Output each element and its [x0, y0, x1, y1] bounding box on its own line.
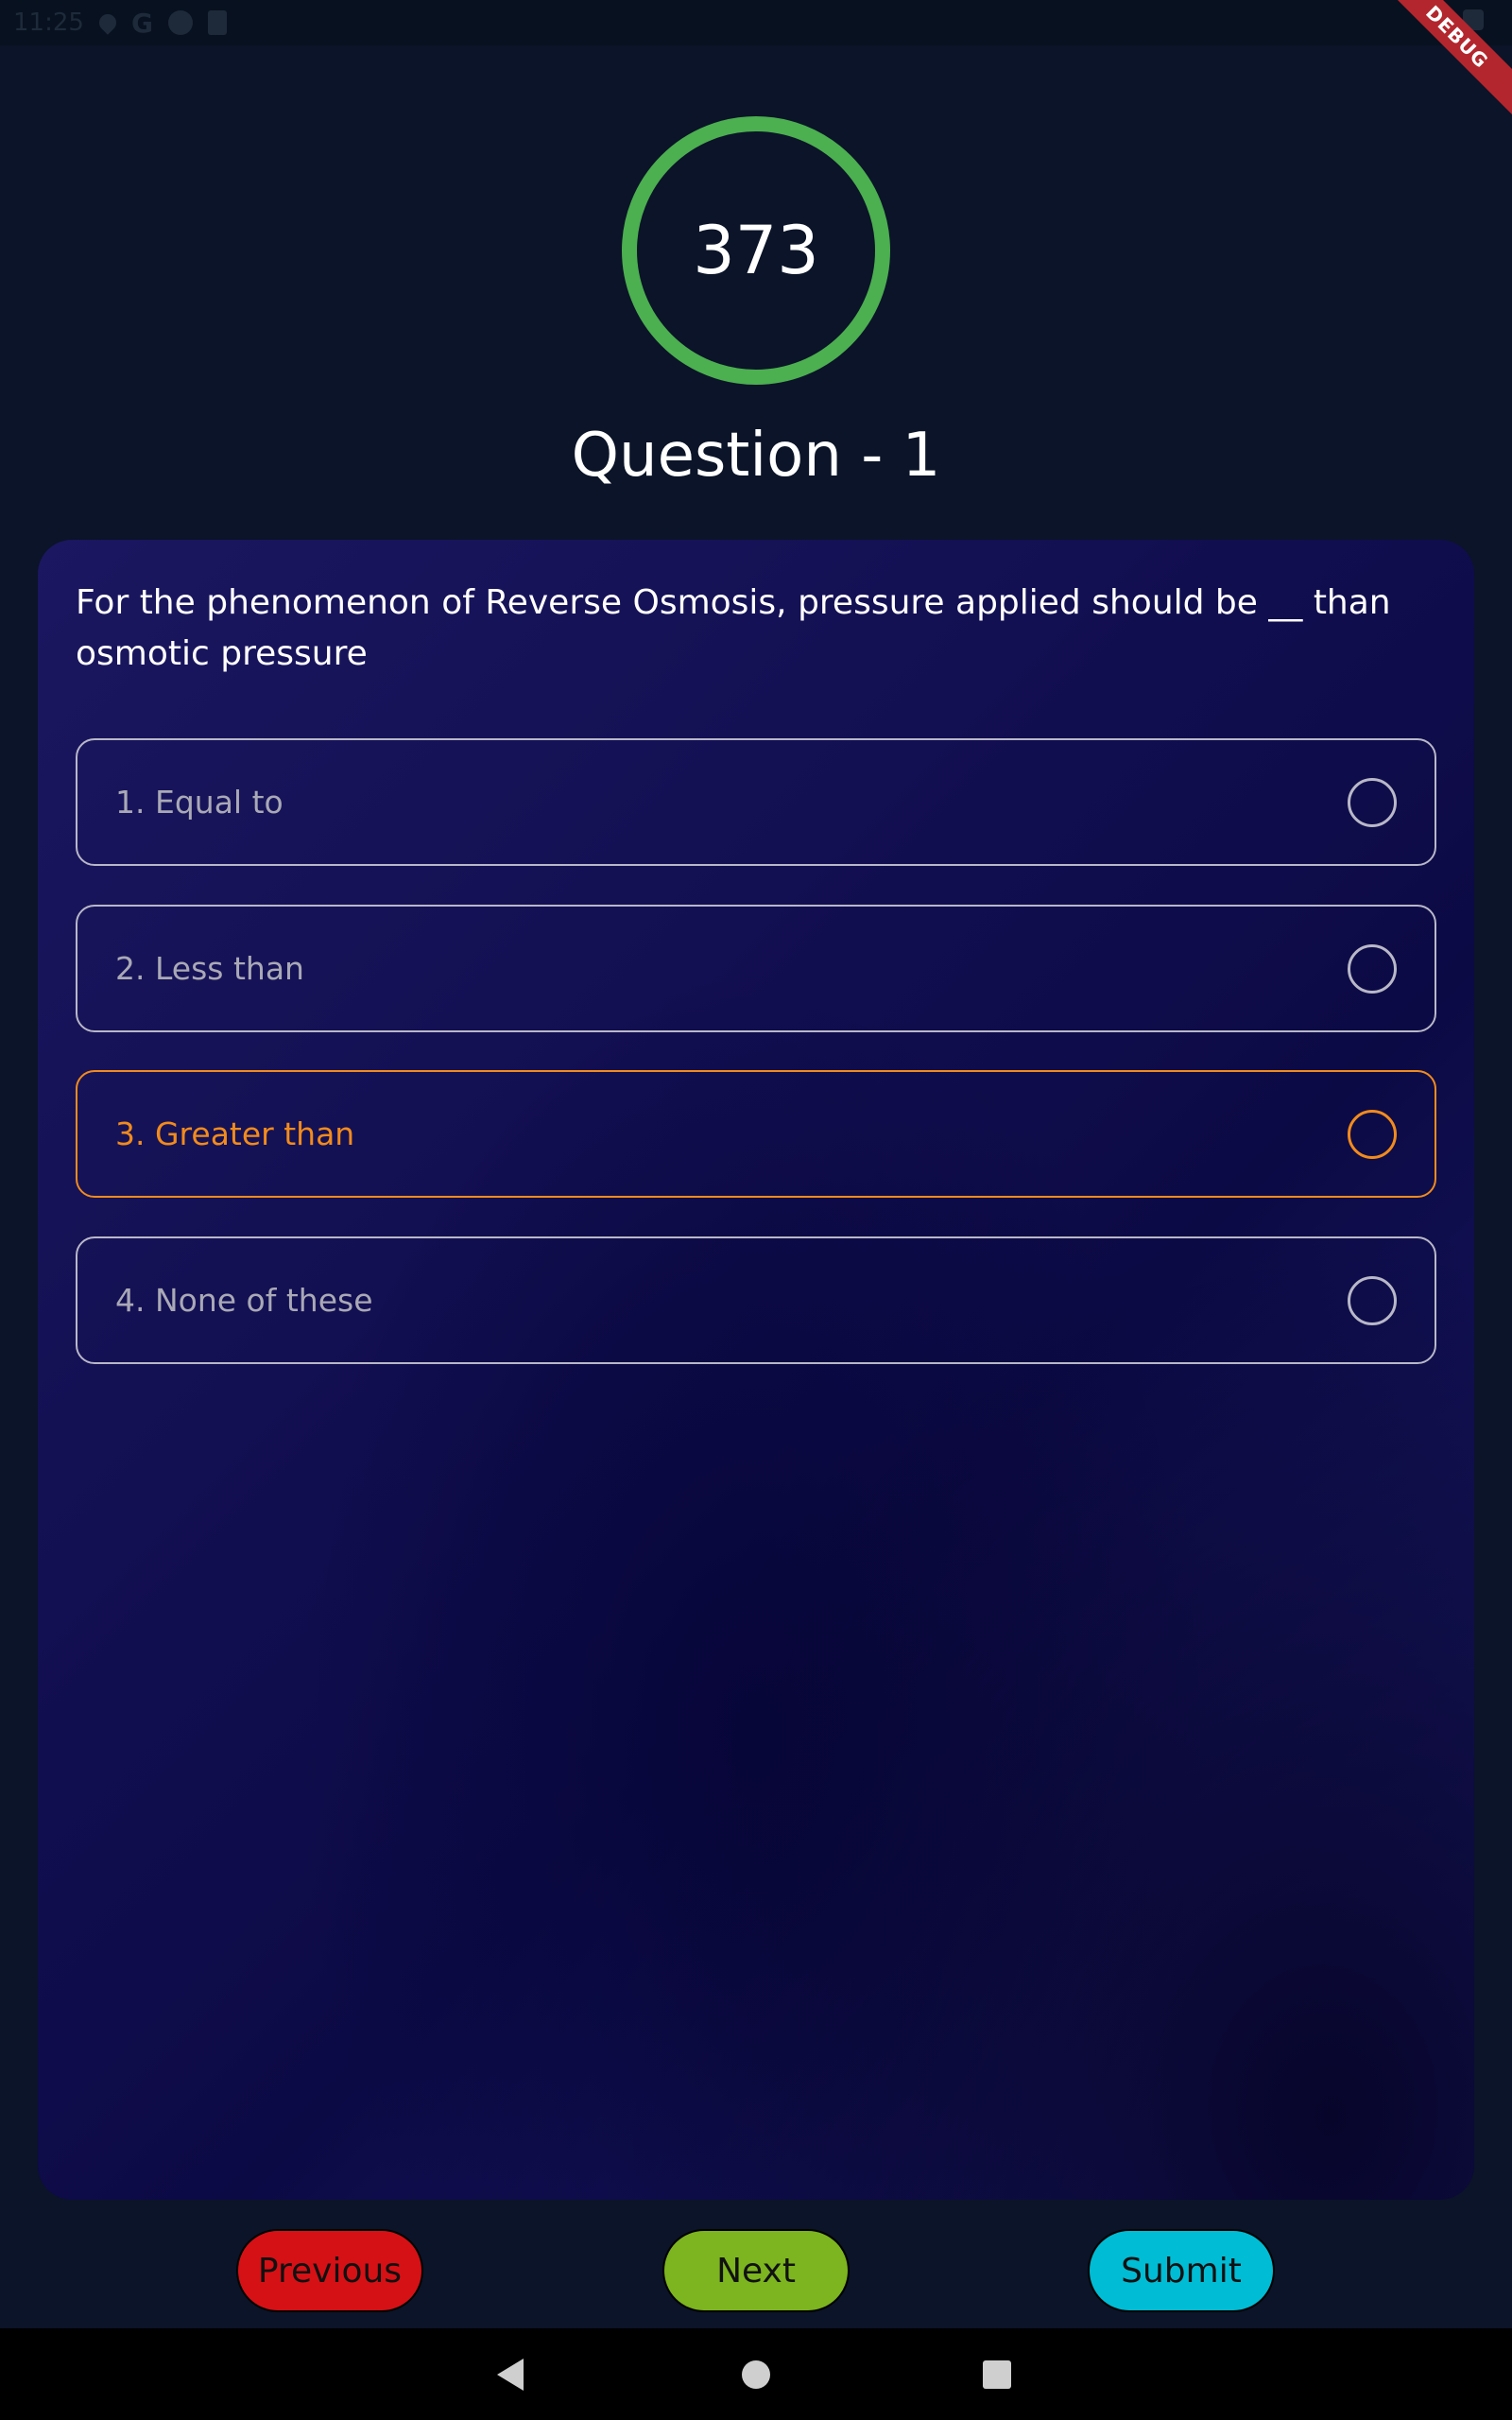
option-label: 4. None of these [115, 1282, 373, 1319]
back-icon[interactable] [497, 2359, 524, 2391]
option-label: 2. Less than [115, 950, 304, 987]
status-time: 11:25 [13, 9, 84, 37]
question-title: Question - 1 [571, 421, 941, 491]
google-icon: G [130, 7, 153, 39]
radio-icon[interactable] [1348, 943, 1397, 994]
option-label: 1. Equal to [115, 784, 284, 821]
quiz-screen: 11:25 G DEBUG 373 Question - 1 For the p… [0, 0, 1512, 2420]
timer-value: 373 [693, 212, 819, 289]
radio-icon[interactable] [1348, 1109, 1397, 1159]
question-text: For the phenomenon of Reverse Osmosis, p… [76, 583, 1391, 673]
navigation-bar [0, 2328, 1512, 2420]
option-1[interactable]: 1. Equal to [76, 738, 1436, 866]
submit-button[interactable]: Submit [1088, 2229, 1275, 2312]
question-card: For the phenomenon of Reverse Osmosis, p… [38, 540, 1474, 2200]
countdown-timer: 373 [622, 116, 890, 385]
next-button[interactable]: Next [662, 2229, 850, 2312]
home-icon[interactable] [742, 2360, 770, 2389]
sd-card-icon [207, 10, 227, 35]
radio-icon[interactable] [1348, 1275, 1397, 1325]
option-label: 3. Greater than [115, 1115, 355, 1152]
recents-icon[interactable] [983, 2360, 1011, 2389]
previous-button[interactable]: Previous [236, 2229, 423, 2312]
option-3[interactable]: 3. Greater than [76, 1070, 1436, 1198]
option-2[interactable]: 2. Less than [76, 905, 1436, 1032]
status-bar: 11:25 G [0, 0, 1512, 45]
app-icon [167, 10, 193, 35]
option-4[interactable]: 4. None of these [76, 1236, 1436, 1364]
location-icon [95, 10, 120, 35]
radio-icon[interactable] [1348, 777, 1397, 827]
